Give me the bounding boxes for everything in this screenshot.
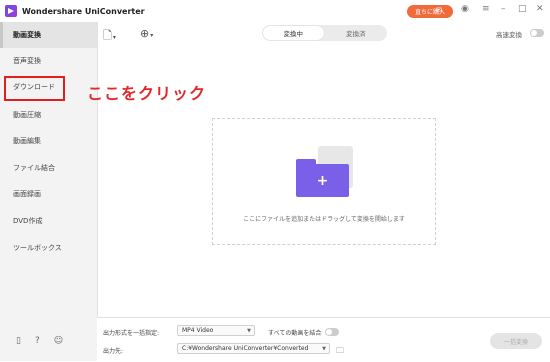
maximize-icon[interactable]: □ <box>518 4 527 14</box>
sidebar-item-edit[interactable]: 動画編集 <box>0 128 97 154</box>
gift-icon: ✉ <box>436 6 442 14</box>
user-avatar-icon[interactable]: ◉ <box>461 4 469 14</box>
app-logo-icon <box>5 5 17 17</box>
sidebar: 動画変換 音声変換 ダウンロード 動画圧縮 動画編集 ファイル結合 画面録画 D… <box>0 22 98 361</box>
output-label: 出力先: <box>103 348 124 355</box>
minimize-icon[interactable]: – <box>501 4 506 14</box>
fast-convert-toggle[interactable] <box>530 29 544 37</box>
sidebar-item-label: ファイル結合 <box>13 164 55 172</box>
convert-all-button[interactable]: 一括変換 <box>490 333 542 349</box>
sidebar-item-label: 画面録画 <box>13 190 41 198</box>
bottom-bar <box>97 317 550 362</box>
tab-converting[interactable]: 変換中 <box>263 26 324 40</box>
sidebar-item-label: 動画編集 <box>13 137 41 145</box>
tab-converted[interactable]: 変換済 <box>326 26 387 40</box>
add-folder-icon[interactable]: + <box>296 159 349 197</box>
output-path-select[interactable]: C:¥Wondershare UniConverter¥Converted ▼ <box>177 343 330 354</box>
sidebar-item-label: ツールボックス <box>13 244 62 252</box>
sidebar-item-label: DVD作成 <box>13 217 43 225</box>
output-path-value: C:¥Wondershare UniConverter¥Converted <box>182 345 309 352</box>
app-title: Wondershare UniConverter <box>22 6 145 16</box>
fast-convert-label: 高速変換 <box>496 31 522 39</box>
add-dvd-button[interactable]: ⊕▾ <box>140 27 153 40</box>
annotation-highlight-box <box>4 76 65 101</box>
close-icon[interactable]: ✕ <box>536 4 544 14</box>
format-label: 出力形式を一括指定: <box>103 330 160 337</box>
sidebar-item-label: 動画変換 <box>13 31 41 39</box>
chevron-down-icon: ▾ <box>150 32 154 39</box>
add-file-button[interactable]: 🗋▾ <box>103 27 116 46</box>
format-select[interactable]: MP4 Video ▼ <box>177 325 255 336</box>
sidebar-item-audio-convert[interactable]: 音声変換 <box>0 48 97 74</box>
sidebar-item-merge[interactable]: ファイル結合 <box>0 155 97 181</box>
purchase-button[interactable]: 直ちに購入 <box>407 5 453 18</box>
merge-toggle[interactable] <box>325 328 339 336</box>
sidebar-item-compress[interactable]: 動画圧縮 <box>0 102 97 128</box>
help-icon[interactable]: ? <box>35 336 40 346</box>
plus-icon: + <box>296 164 349 197</box>
sidebar-bottom-icons: ▯ ? ☺ <box>16 336 63 346</box>
merge-label: すべての動画を結合 <box>268 330 322 337</box>
sidebar-item-label: 音声変換 <box>13 57 41 65</box>
drop-hint-text: ここにファイルを追加またはドラッグして変換を開始します <box>243 216 405 223</box>
format-select-value: MP4 Video <box>182 327 214 334</box>
sidebar-item-label: 動画圧縮 <box>13 111 41 119</box>
open-folder-icon[interactable]: 🗀 <box>336 345 344 359</box>
annotation-text: ここをクリック <box>87 84 207 103</box>
convert-tabs: 変換中 変換済 <box>262 25 387 41</box>
sidebar-item-toolbox[interactable]: ツールボックス <box>0 235 97 261</box>
account-icon[interactable]: ☺ <box>54 336 63 346</box>
chevron-down-icon: ▼ <box>322 345 326 352</box>
book-icon[interactable]: ▯ <box>16 336 21 346</box>
menu-icon[interactable]: ≡ <box>482 4 490 14</box>
chevron-down-icon: ▾ <box>112 34 116 41</box>
sidebar-item-dvd[interactable]: DVD作成 <box>0 208 97 234</box>
chevron-down-icon: ▼ <box>247 327 251 334</box>
sidebar-item-screen-record[interactable]: 画面録画 <box>0 181 97 207</box>
sidebar-item-video-convert[interactable]: 動画変換 <box>0 22 97 48</box>
